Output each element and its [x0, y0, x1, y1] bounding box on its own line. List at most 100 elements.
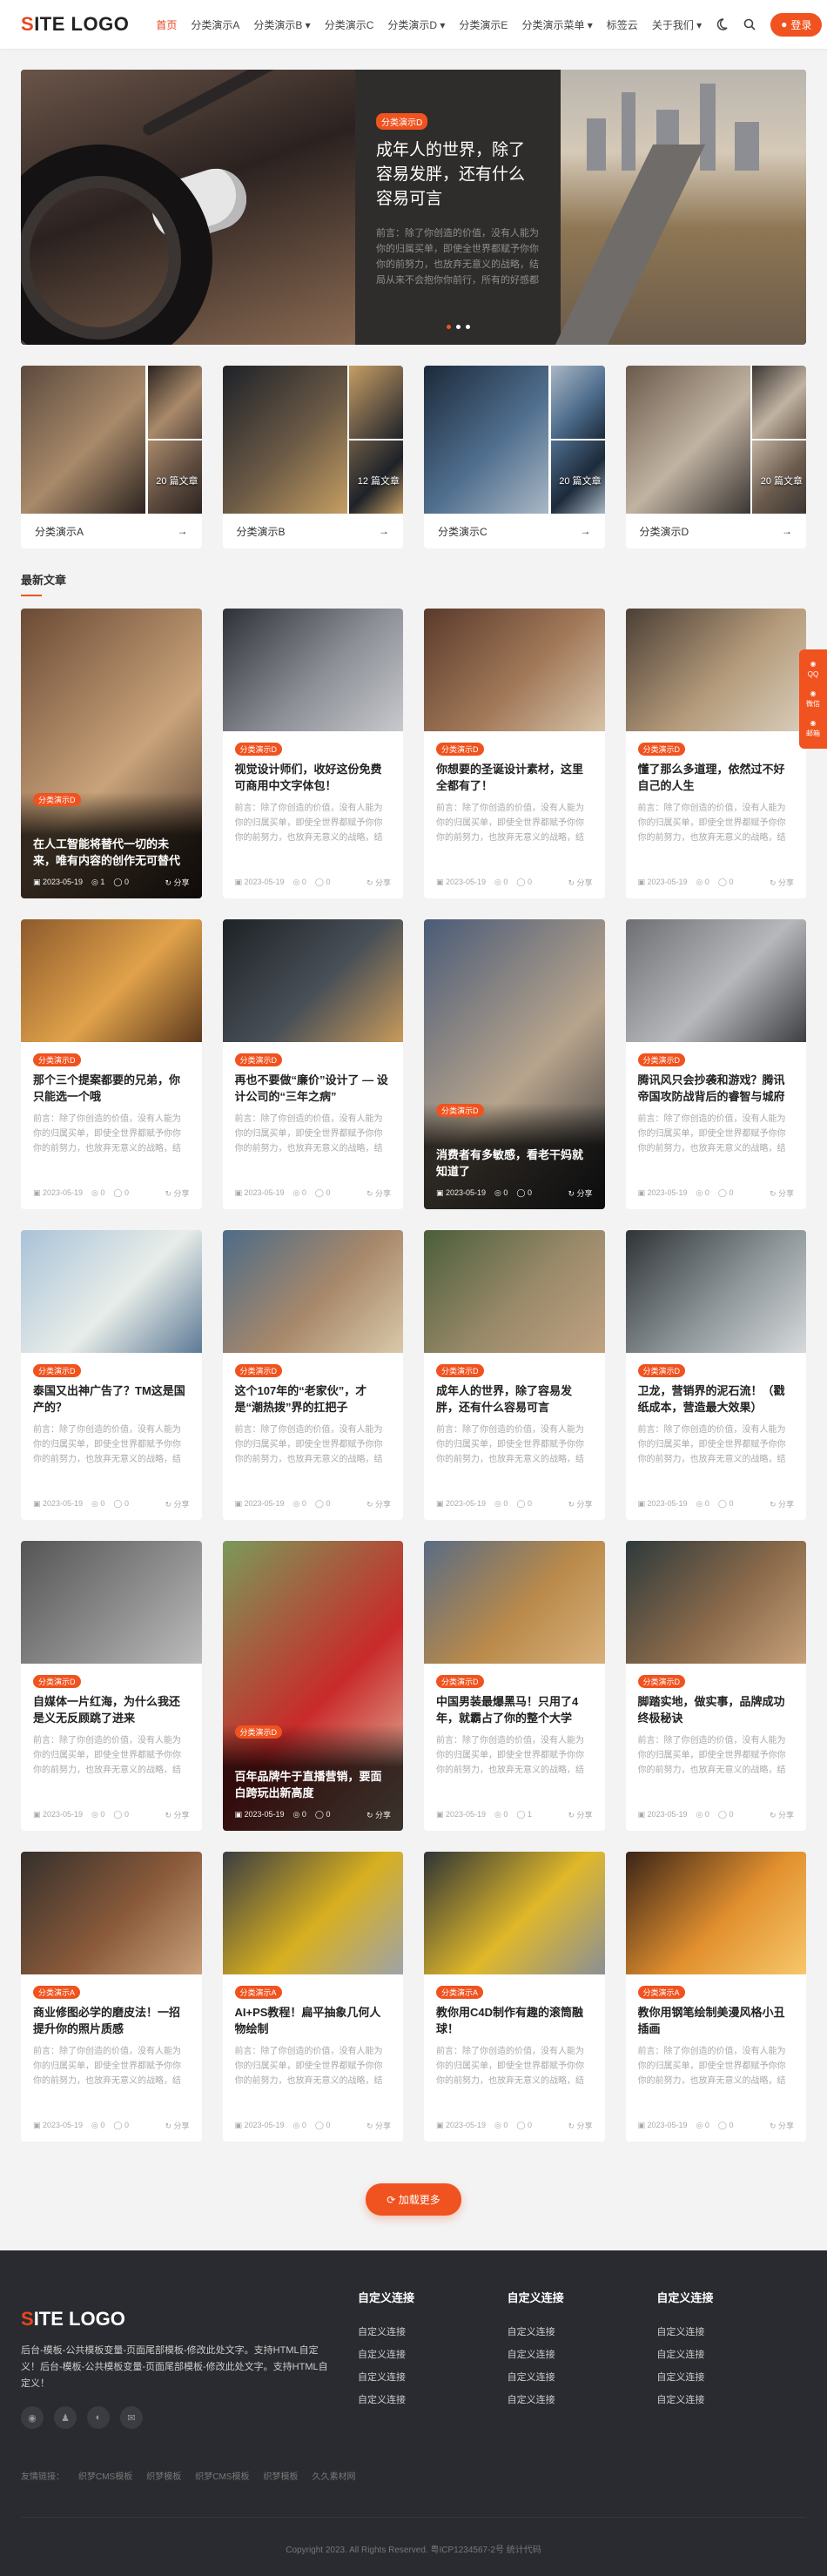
- footer-link[interactable]: 自定义连接: [656, 2324, 806, 2338]
- comments[interactable]: ◯ 0: [315, 1188, 331, 1198]
- comments[interactable]: ◯ 0: [113, 2121, 129, 2130]
- category-tag[interactable]: 分类演示D: [234, 1364, 282, 1377]
- category-name[interactable]: 分类演示D: [640, 524, 689, 539]
- hero-tag[interactable]: 分类演示D: [376, 113, 428, 130]
- nav-item[interactable]: 关于我们 ▾: [646, 17, 708, 32]
- article-card[interactable]: 分类演示D 再也不要做“廉价”设计了 — 设计公司的“三年之病” 前言：除了你创造的…: [222, 919, 403, 1209]
- comments[interactable]: ◯ 0: [113, 1499, 129, 1509]
- article-thumbnail[interactable]: [625, 919, 806, 1042]
- category-tag[interactable]: 分类演示D: [436, 1104, 484, 1117]
- comments[interactable]: ◯ 0: [516, 2121, 532, 2130]
- comments[interactable]: ◯ 1: [516, 1810, 532, 1819]
- share-button[interactable]: ↻ 分享: [568, 2120, 592, 2131]
- side-email[interactable]: ◉ 邮箱: [799, 714, 827, 743]
- category-card[interactable]: 20 篇文章 分类演示A →: [21, 366, 202, 548]
- login-button[interactable]: ● 登录: [770, 12, 823, 37]
- share-button[interactable]: ↻ 分享: [568, 1498, 592, 1510]
- nav-item[interactable]: 首页: [150, 17, 183, 32]
- article-thumbnail[interactable]: [424, 609, 605, 731]
- article-title[interactable]: 那个三个提案都要的兄弟，你只能选一个哦: [33, 1072, 190, 1105]
- side-qq[interactable]: ◉ QQ: [799, 655, 827, 684]
- friend-link[interactable]: 织梦CMS模板: [78, 2469, 132, 2482]
- article-title[interactable]: 百年品牌牛于直播营销，要面白跨玩出新高度: [235, 1742, 392, 1801]
- article-title[interactable]: 卫龙，营销界的泥石流！（戳纸成本，营造最大效果）: [638, 1382, 795, 1416]
- category-tag[interactable]: 分类演示D: [33, 793, 81, 806]
- footer-link[interactable]: 自定义连接: [656, 2347, 806, 2361]
- article-card[interactable]: 分类演示A AI+PS教程！扁平抽象几何人物绘制 前言：除了你创造的价值，没有人能为…: [222, 1852, 403, 2142]
- article-thumbnail[interactable]: [625, 609, 806, 731]
- article-card[interactable]: 分类演示D 卫龙，营销界的泥石流！（戳纸成本，营造最大效果） 前言：除了你创造的价值…: [625, 1230, 806, 1520]
- category-tag[interactable]: 分类演示D: [637, 1364, 685, 1377]
- comments[interactable]: ◯ 0: [516, 1499, 532, 1509]
- article-title[interactable]: AI+PS教程！扁平抽象几何人物绘制: [235, 2004, 392, 2037]
- article-card[interactable]: 分类演示D 这个107年的“老家伙”，才是“潮热拨”界的扛把子 前言：除了你创造的价…: [222, 1230, 403, 1520]
- article-card[interactable]: 分类演示D 百年品牌牛于直播营销，要面白跨玩出新高度 ▣ 2023-05-19 ◎ 0…: [222, 1541, 403, 1831]
- arrow-right-icon[interactable]: →: [581, 525, 591, 537]
- nav-item[interactable]: 分类演示菜单 ▾: [515, 17, 598, 32]
- footer-link[interactable]: 自定义连接: [656, 2370, 806, 2384]
- article-card[interactable]: 分类演示D 消费者有多敏感，看老干妈就知道了 ▣ 2023-05-19 ◎ 0 ◯ 0 ↻…: [424, 919, 605, 1209]
- share-button[interactable]: ↻ 分享: [568, 1187, 592, 1199]
- article-thumbnail[interactable]: [625, 1541, 806, 1664]
- article-card[interactable]: 分类演示D 中国男装最爆黑马！只用了4年，就霸占了你的整个大学 前言：除了你创造的价…: [424, 1541, 605, 1831]
- slider-dot[interactable]: [455, 325, 461, 329]
- email-icon[interactable]: ✉: [120, 2406, 143, 2429]
- category-tag[interactable]: 分类演示D: [234, 1053, 282, 1066]
- site-logo[interactable]: SITE LOGO: [21, 13, 129, 36]
- category-card[interactable]: 20 篇文章 分类演示D →: [625, 366, 806, 548]
- article-title[interactable]: 自媒体一片红海，为什么我还是义无反顾跳了进来: [33, 1693, 190, 1726]
- category-tag[interactable]: 分类演示D: [33, 1364, 81, 1377]
- nav-item[interactable]: 分类演示C: [319, 17, 380, 32]
- article-title[interactable]: 懂了那么多道理，依然过不好自己的人生: [638, 761, 795, 794]
- share-button[interactable]: ↻ 分享: [770, 2120, 794, 2131]
- share-button[interactable]: ↻ 分享: [165, 1498, 189, 1510]
- weibo-icon[interactable]: ◉: [21, 2406, 44, 2429]
- share-button[interactable]: ↻ 分享: [770, 1809, 794, 1820]
- side-wechat[interactable]: ◉ 微信: [799, 684, 827, 714]
- article-thumbnail[interactable]: [21, 919, 202, 1042]
- category-tag[interactable]: 分类演示A: [637, 1986, 685, 1999]
- comments[interactable]: ◯ 0: [718, 878, 734, 887]
- article-title[interactable]: 教你用C4D制作有趣的滚筒融球！: [436, 2004, 593, 2037]
- article-title[interactable]: 中国男装最爆黑马！只用了4年，就霸占了你的整个大学: [436, 1693, 593, 1726]
- article-card[interactable]: 分类演示D 懂了那么多道理，依然过不好自己的人生 前言：除了你创造的价值，没有人能为…: [625, 609, 806, 898]
- category-card[interactable]: 20 篇文章 分类演示C →: [424, 366, 605, 548]
- share-button[interactable]: ↻ 分享: [165, 877, 189, 888]
- share-button[interactable]: ↻ 分享: [770, 1187, 794, 1199]
- category-card[interactable]: 12 篇文章 分类演示B →: [222, 366, 403, 548]
- article-card[interactable]: 分类演示A 教你用钢笔绘制美漫风格小丑插画 前言：除了你创造的价值，没有人能为你的归…: [625, 1852, 806, 2142]
- nav-item[interactable]: 标签云: [601, 17, 644, 32]
- category-name[interactable]: 分类演示B: [237, 524, 286, 539]
- article-title[interactable]: 成年人的世界，除了容易发胖，还有什么容易可言: [436, 1382, 593, 1416]
- friend-link[interactable]: 织梦CMS模板: [195, 2469, 249, 2482]
- article-card[interactable]: 分类演示A 教你用C4D制作有趣的滚筒融球！ 前言：除了你创造的价值，没有人能为你的…: [424, 1852, 605, 2142]
- friend-link[interactable]: 久久素材网: [312, 2469, 355, 2482]
- category-tag[interactable]: 分类演示D: [234, 1725, 282, 1739]
- article-card[interactable]: 分类演示D 腾讯风只会抄袭和游戏？腾讯帝国攻防战背后的睿智与城府 前言：除了你创造的…: [625, 919, 806, 1209]
- footer-link[interactable]: 自定义连接: [508, 2347, 657, 2361]
- moon-icon[interactable]: [715, 17, 729, 31]
- article-title[interactable]: 商业修图必学的磨皮法！一招提升你的照片质感: [33, 2004, 190, 2037]
- comments[interactable]: ◯ 0: [718, 2121, 734, 2130]
- article-title[interactable]: 再也不要做“廉价”设计了 — 设计公司的“三年之病”: [235, 1072, 392, 1105]
- article-card[interactable]: 分类演示D 成年人的世界，除了容易发胖，还有什么容易可言 前言：除了你创造的价值，没…: [424, 1230, 605, 1520]
- arrow-right-icon[interactable]: →: [178, 525, 188, 537]
- article-thumbnail[interactable]: [21, 1230, 202, 1353]
- comments[interactable]: ◯ 0: [113, 1810, 129, 1819]
- footer-logo[interactable]: SITE LOGO: [21, 2308, 358, 2331]
- category-tag[interactable]: 分类演示D: [436, 1364, 484, 1377]
- share-button[interactable]: ↻ 分享: [165, 1809, 189, 1820]
- nav-item[interactable]: 分类演示E: [453, 17, 514, 32]
- article-thumbnail[interactable]: [424, 1852, 605, 1974]
- article-title[interactable]: 教你用钢笔绘制美漫风格小丑插画: [638, 2004, 795, 2037]
- article-thumbnail[interactable]: [424, 1230, 605, 1353]
- article-thumbnail[interactable]: [222, 1852, 403, 1974]
- load-more-button[interactable]: ⟳ 加载更多: [366, 2183, 461, 2216]
- category-tag[interactable]: 分类演示D: [33, 1675, 81, 1688]
- footer-link[interactable]: 自定义连接: [656, 2392, 806, 2406]
- article-title[interactable]: 在人工智能将替代一切的未来，唯有内容的创作无可替代: [33, 810, 190, 869]
- hero-slider[interactable]: 分类演示D 成年人的世界，除了容易发胖，还有什么容易可言 前言：除了你创造的价值…: [21, 70, 806, 345]
- article-card[interactable]: 分类演示A 商业修图必学的磨皮法！一招提升你的照片质感 前言：除了你创造的价值，没有…: [21, 1852, 202, 2142]
- share-button[interactable]: ↻ 分享: [366, 1809, 391, 1820]
- slider-dot[interactable]: [446, 325, 451, 329]
